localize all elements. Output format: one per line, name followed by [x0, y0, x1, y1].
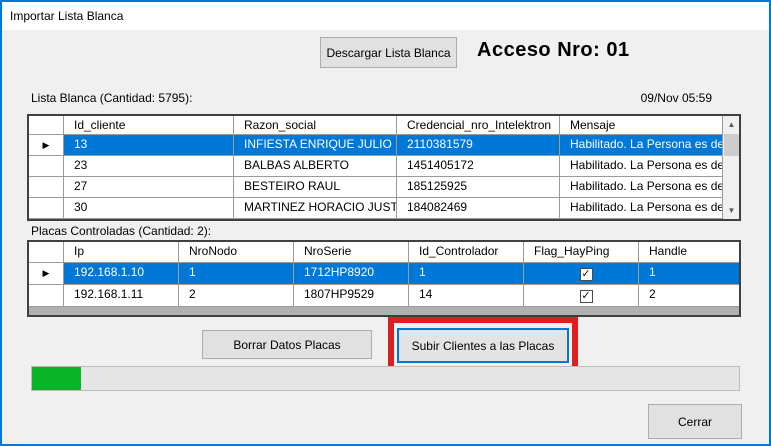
- cell-ip[interactable]: 192.168.1.10: [64, 263, 179, 284]
- cell-credencial[interactable]: 185125925: [397, 177, 560, 197]
- column-header-id-cliente[interactable]: Id_cliente: [64, 116, 234, 134]
- close-button[interactable]: Cerrar: [648, 404, 742, 439]
- cell-razon-social[interactable]: BESTEIRO RAUL: [234, 177, 397, 197]
- cell-id-controlador[interactable]: 14: [409, 285, 524, 306]
- cell-id-cliente[interactable]: 13: [64, 135, 234, 155]
- whitelist-header-row: Id_cliente Razon_social Credencial_nro_I…: [29, 116, 722, 135]
- dialog-body: Descargar Lista Blanca Acceso Nro: 01 Li…: [2, 30, 769, 444]
- row-marker-icon: ▶: [43, 140, 50, 150]
- cell-mensaje[interactable]: Habilitado. La Persona es de u...: [560, 135, 722, 155]
- cell-nroserie[interactable]: 1712HP8920: [294, 263, 409, 284]
- column-header-flag-hayping[interactable]: Flag_HayPing: [524, 242, 639, 262]
- whitelist-scrollbar[interactable]: ▲ ▼: [722, 116, 739, 219]
- table-row[interactable]: ▶ 13 INFIESTA ENRIQUE JULIO 2110381579 H…: [29, 135, 722, 156]
- download-whitelist-button[interactable]: Descargar Lista Blanca: [320, 37, 457, 68]
- column-header-ip[interactable]: Ip: [64, 242, 179, 262]
- table-row[interactable]: 30 MARTINEZ HORACIO JUSTO 184082469 Habi…: [29, 198, 722, 219]
- current-row-marker: ▶: [29, 135, 64, 155]
- cell-id-cliente[interactable]: 23: [64, 156, 234, 176]
- whitelist-count-label: Lista Blanca (Cantidad: 5795):: [31, 91, 192, 105]
- grid-empty-area: [29, 307, 739, 315]
- table-row[interactable]: 27 BESTEIRO RAUL 185125925 Habilitado. L…: [29, 177, 722, 198]
- boards-header-row: Ip NroNodo NroSerie Id_Controlador Flag_…: [29, 242, 739, 263]
- table-row[interactable]: 23 BALBAS ALBERTO 1451405172 Habilitado.…: [29, 156, 722, 177]
- cell-flag-hayping: ✓: [524, 285, 639, 306]
- column-header-nroserie[interactable]: NroSerie: [294, 242, 409, 262]
- whitelist-timestamp: 09/Nov 05:59: [641, 91, 712, 105]
- upload-clients-button[interactable]: Subir Clientes a las Placas: [397, 328, 569, 363]
- progress-bar: [31, 366, 740, 391]
- cell-handle[interactable]: 1: [639, 263, 739, 284]
- column-header-mensaje[interactable]: Mensaje: [560, 116, 722, 134]
- current-row-marker: ▶: [29, 263, 64, 284]
- boards-grid: Ip NroNodo NroSerie Id_Controlador Flag_…: [27, 240, 741, 317]
- boards-count-label: Placas Controladas (Cantidad: 2):: [31, 224, 211, 238]
- access-number-label: Acceso Nro: 01: [477, 39, 630, 62]
- column-header-razon-social[interactable]: Razon_social: [234, 116, 397, 134]
- scrollbar-up-icon[interactable]: ▲: [723, 116, 740, 133]
- table-row[interactable]: ▶ 192.168.1.10 1 1712HP8920 1 ✓ 1: [29, 263, 739, 285]
- scrollbar-thumb[interactable]: [724, 134, 739, 156]
- cell-razon-social[interactable]: INFIESTA ENRIQUE JULIO: [234, 135, 397, 155]
- title-bar[interactable]: Importar Lista Blanca: [2, 2, 769, 30]
- whitelist-grid: Id_cliente Razon_social Credencial_nro_I…: [27, 114, 741, 221]
- cell-id-controlador[interactable]: 1: [409, 263, 524, 284]
- cell-razon-social[interactable]: MARTINEZ HORACIO JUSTO: [234, 198, 397, 218]
- cell-id-cliente[interactable]: 27: [64, 177, 234, 197]
- cell-credencial[interactable]: 184082469: [397, 198, 560, 218]
- clear-boards-button[interactable]: Borrar Datos Placas: [202, 330, 372, 359]
- column-header-handle[interactable]: Handle: [639, 242, 739, 262]
- cell-mensaje[interactable]: Habilitado. La Persona es de u...: [560, 198, 722, 218]
- cell-credencial[interactable]: 2110381579: [397, 135, 560, 155]
- cell-id-cliente[interactable]: 30: [64, 198, 234, 218]
- cell-nroserie[interactable]: 1807HP9529: [294, 285, 409, 306]
- scrollbar-down-icon[interactable]: ▼: [723, 202, 740, 219]
- hayping-checkbox-checked[interactable]: ✓: [580, 268, 593, 281]
- row-marker-icon: ▶: [43, 268, 50, 278]
- cell-ip[interactable]: 192.168.1.11: [64, 285, 179, 306]
- hayping-checkbox-checked[interactable]: ✓: [580, 290, 593, 303]
- cell-mensaje[interactable]: Habilitado. La Persona es de u...: [560, 177, 722, 197]
- import-whitelist-window: Importar Lista Blanca Descargar Lista Bl…: [0, 0, 771, 446]
- cell-handle[interactable]: 2: [639, 285, 739, 306]
- column-header-credencial[interactable]: Credencial_nro_Intelektron: [397, 116, 560, 134]
- column-header-nronodo[interactable]: NroNodo: [179, 242, 294, 262]
- cell-nronodo[interactable]: 1: [179, 263, 294, 284]
- cell-nronodo[interactable]: 2: [179, 285, 294, 306]
- progress-fill: [32, 367, 81, 390]
- cell-credencial[interactable]: 1451405172: [397, 156, 560, 176]
- column-header-id-controlador[interactable]: Id_Controlador: [409, 242, 524, 262]
- cell-razon-social[interactable]: BALBAS ALBERTO: [234, 156, 397, 176]
- cell-flag-hayping: ✓: [524, 263, 639, 284]
- row-selector-header[interactable]: [29, 242, 64, 262]
- window-title: Importar Lista Blanca: [10, 9, 123, 23]
- cell-mensaje[interactable]: Habilitado. La Persona es de u...: [560, 156, 722, 176]
- row-selector-header[interactable]: [29, 116, 64, 134]
- table-row[interactable]: 192.168.1.11 2 1807HP9529 14 ✓ 2: [29, 285, 739, 307]
